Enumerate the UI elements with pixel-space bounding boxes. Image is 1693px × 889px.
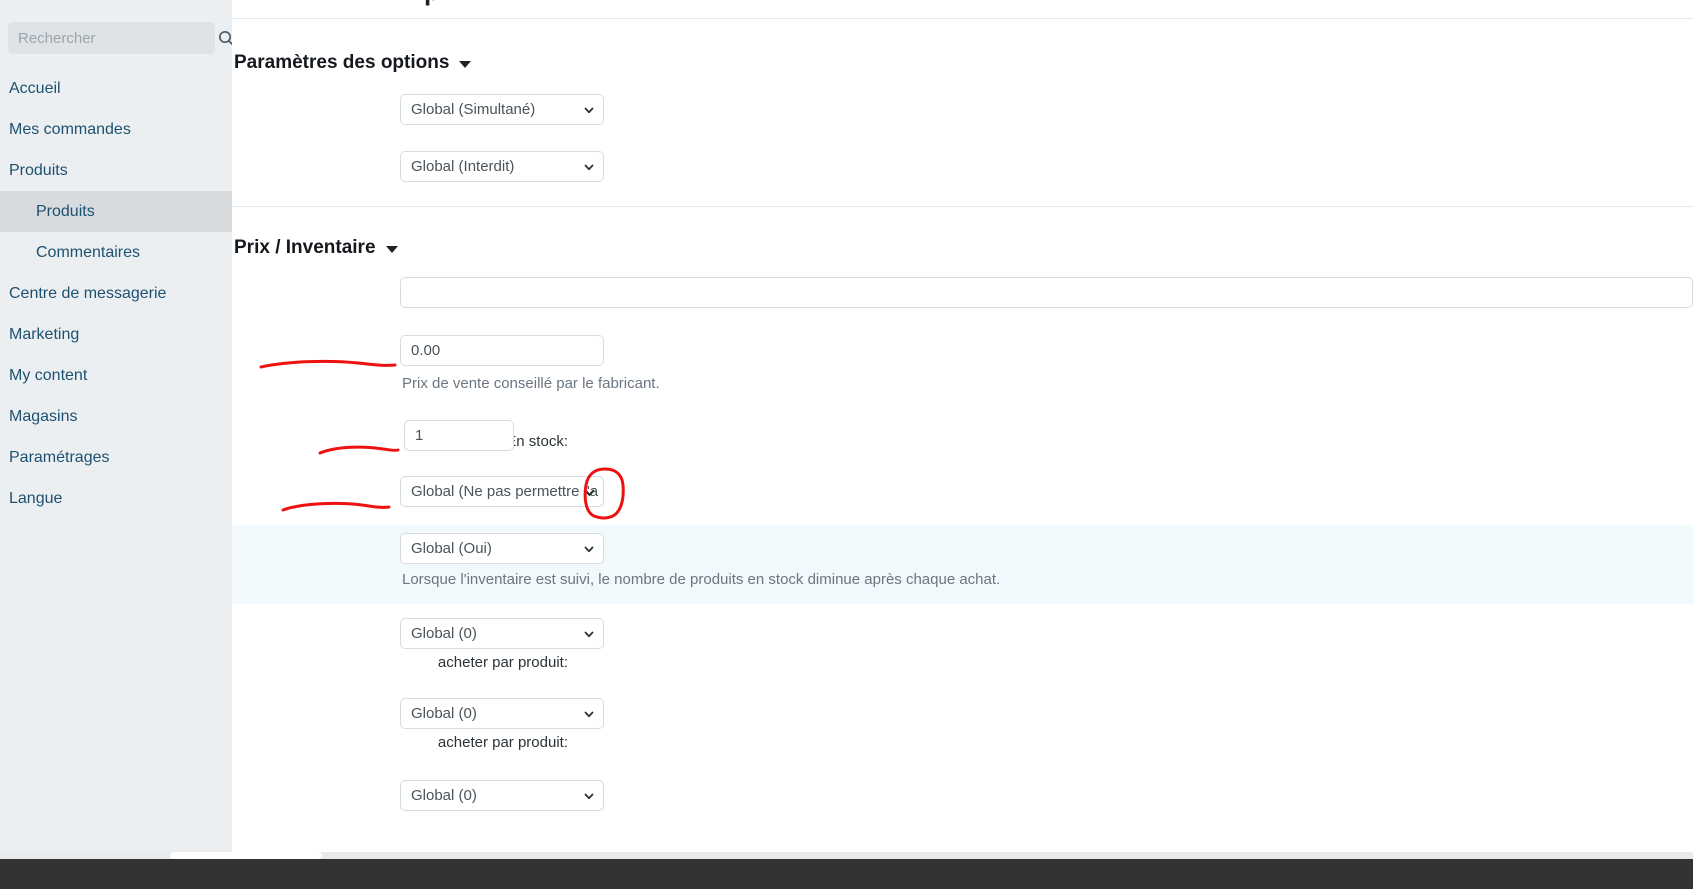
chevron-down-icon [583,161,595,173]
hint-suivi-inventaire: Lorsque l'inventaire est suivi, le nombr… [402,571,1001,588]
sidebar-item-accueil[interactable]: Accueil [0,68,232,109]
divider-sections [232,206,1693,207]
chevron-down-icon [583,708,595,720]
chevron-down-icon [583,104,595,116]
sidebar-nav: Accueil Mes commandes Produits Produits … [0,68,232,519]
section-title-text: Prix / Inventaire [234,237,376,258]
sidebar-item-centre-de-messagerie[interactable]: Centre de messagerie [0,273,232,314]
sidebar-item-langue[interactable]: Langue [0,478,232,519]
form-row-qte-min: Quantité minimale à acheter par produit:… [232,618,1693,678]
select-qte-min-value: Global (0) [411,625,477,642]
form-row-type-options: Type d'options: Global (Simultané) [232,92,1693,139]
section-title-text: Paramètres des options [234,52,450,73]
select-suivi-inventaire-value: Global (Oui) [411,540,492,557]
form-row-qte-etape: Quantité étape: Global (0) [232,779,1693,826]
select-action-prix-nul-value: Global (Ne pas permettre l'a [411,483,599,500]
label-en-stock: En stock: [506,433,568,450]
select-qte-max[interactable]: Global (0) [400,698,604,729]
section-header-prix-inventaire[interactable]: Prix / Inventaire [234,237,398,259]
input-ref[interactable] [400,277,1693,308]
sidebar-item-mes-commandes[interactable]: Mes commandes [0,109,232,150]
main-content: p Paramètres des options Type d'options:… [232,0,1693,859]
screen: Accueil Mes commandes Produits Produits … [0,0,1693,889]
caret-down-icon[interactable] [459,61,472,68]
sidebar-item-produits[interactable]: Produits [0,150,232,191]
search-input[interactable] [18,29,217,47]
hint-prix-public: Prix de vente conseillé par le fabricant… [402,375,660,392]
form-row-action-prix-nul: Action prix nul: Global (Ne pas permettr… [232,475,1693,522]
select-qte-etape-value: Global (0) [411,787,477,804]
form-row-prix-public: Prix public (CFA) : 0.00 Prix de vente c… [232,334,1693,394]
sidebar-item-parametrages[interactable]: Paramétrages [0,437,232,478]
horizontal-scrollbar-thumb[interactable] [170,852,322,859]
divider-top [232,18,1693,19]
form-row-ref: Réf.: [232,277,1693,324]
search-icon[interactable] [217,29,232,47]
input-prix-public-value: 0.00 [411,342,441,359]
search-box[interactable] [8,22,232,54]
sidebar-item-magasins[interactable]: Magasins [0,396,232,437]
select-qte-etape[interactable]: Global (0) [400,780,604,811]
form-row-en-stock: En stock: 1 [232,419,1693,466]
select-action-prix-nul[interactable]: Global (Ne pas permettre l'a [400,476,604,507]
form-row-suivi-inventaire: Suivi de l'inventaire: Global (Oui) Lors… [232,525,1693,604]
taskbar [0,859,1693,889]
sidebar: Accueil Mes commandes Produits Produits … [0,0,232,859]
sidebar-item-produits-sub[interactable]: Produits [0,191,232,232]
select-type-options-value: Global (Simultané) [411,101,536,118]
chevron-down-icon [583,543,595,555]
page-title-clipped: p [422,0,440,6]
select-type-exceptions[interactable]: Global (Interdit) [400,151,604,182]
sidebar-item-commentaires[interactable]: Commentaires [0,232,232,273]
caret-down-icon[interactable] [385,246,398,253]
select-qte-min[interactable]: Global (0) [400,618,604,649]
sidebar-item-my-content[interactable]: My content [0,355,232,396]
sidebar-item-marketing[interactable]: Marketing [0,314,232,355]
input-en-stock-value: 1 [415,427,424,444]
input-prix-public[interactable]: 0.00 [400,335,604,366]
chevron-down-icon [583,628,595,640]
select-qte-max-value: Global (0) [411,705,477,722]
chevron-down-icon [583,790,595,802]
form-row-qte-max: Quantité maximale à acheter par produit:… [232,698,1693,758]
select-type-exceptions-value: Global (Interdit) [411,158,515,175]
input-en-stock[interactable]: 1 [404,420,514,451]
select-type-options[interactable]: Global (Simultané) [400,94,604,125]
section-header-parametres-des-options[interactable]: Paramètres des options [234,52,472,74]
form-row-type-exceptions: Type d'exceptions: Global (Interdit) [232,149,1693,196]
select-suivi-inventaire[interactable]: Global (Oui) [400,533,604,564]
